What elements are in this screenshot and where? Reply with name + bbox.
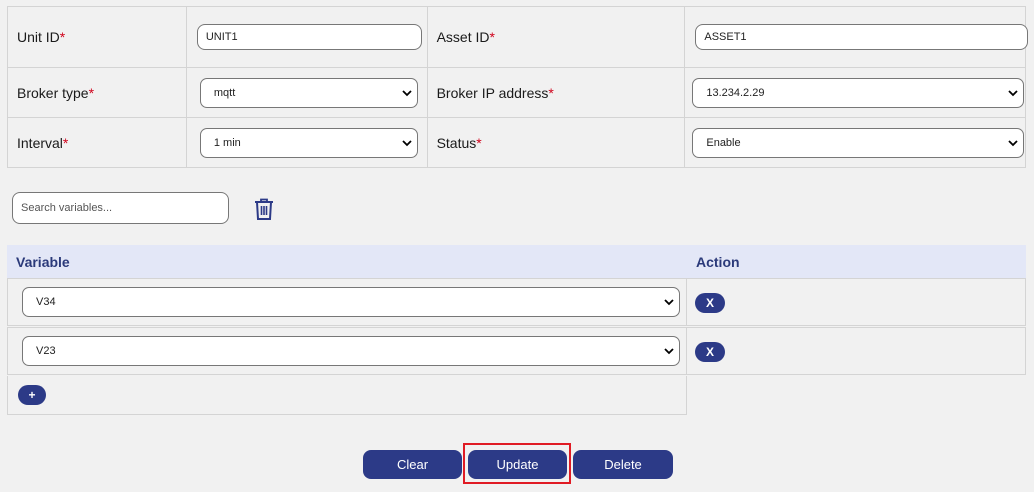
search-variables-input[interactable] (12, 192, 229, 224)
chevron-down-icon (664, 348, 674, 355)
variable-column-header: Variable (16, 254, 70, 270)
device-config-form: Unit ID* Asset ID* Broker type* mqtt Bro… (7, 6, 1029, 168)
add-variable-button[interactable]: + (18, 385, 46, 405)
status-select[interactable]: Enable (692, 127, 1025, 158)
remove-variable-button[interactable]: X (695, 342, 725, 362)
unit-id-label: Unit ID* (7, 6, 187, 68)
broker-ip-select[interactable]: 13.234.2.29 (692, 77, 1025, 108)
table-row: V23 (7, 327, 687, 375)
chevron-down-icon (1008, 89, 1018, 96)
chevron-down-icon (402, 139, 412, 146)
table-row-action: X (687, 278, 1026, 326)
variable-select[interactable]: V23 (22, 336, 680, 366)
interval-label: Interval* (7, 117, 187, 168)
chevron-down-icon (402, 89, 412, 96)
update-button-highlight (463, 443, 571, 484)
unit-id-input[interactable] (196, 24, 422, 50)
chevron-down-icon (1008, 139, 1018, 146)
broker-ip-label: Broker IP address* (426, 67, 686, 118)
add-variable-row: + (7, 376, 687, 415)
broker-type-label: Broker type* (7, 67, 187, 118)
delete-button[interactable]: Delete (573, 450, 673, 479)
table-row: V34 (7, 278, 687, 326)
broker-type-select[interactable]: mqtt (199, 77, 418, 108)
status-label: Status* (426, 117, 686, 168)
table-row-action: X (687, 327, 1026, 375)
asset-id-input[interactable] (695, 24, 1029, 50)
variable-select[interactable]: V34 (22, 287, 680, 317)
variables-table-header: Variable Action (7, 245, 1026, 278)
interval-select[interactable]: 1 min (199, 127, 418, 158)
clear-button[interactable]: Clear (363, 450, 462, 479)
chevron-down-icon (664, 299, 674, 306)
remove-variable-button[interactable]: X (695, 293, 725, 313)
trash-icon[interactable] (253, 197, 275, 221)
action-column-header: Action (696, 254, 740, 270)
asset-id-label: Asset ID* (426, 6, 686, 68)
